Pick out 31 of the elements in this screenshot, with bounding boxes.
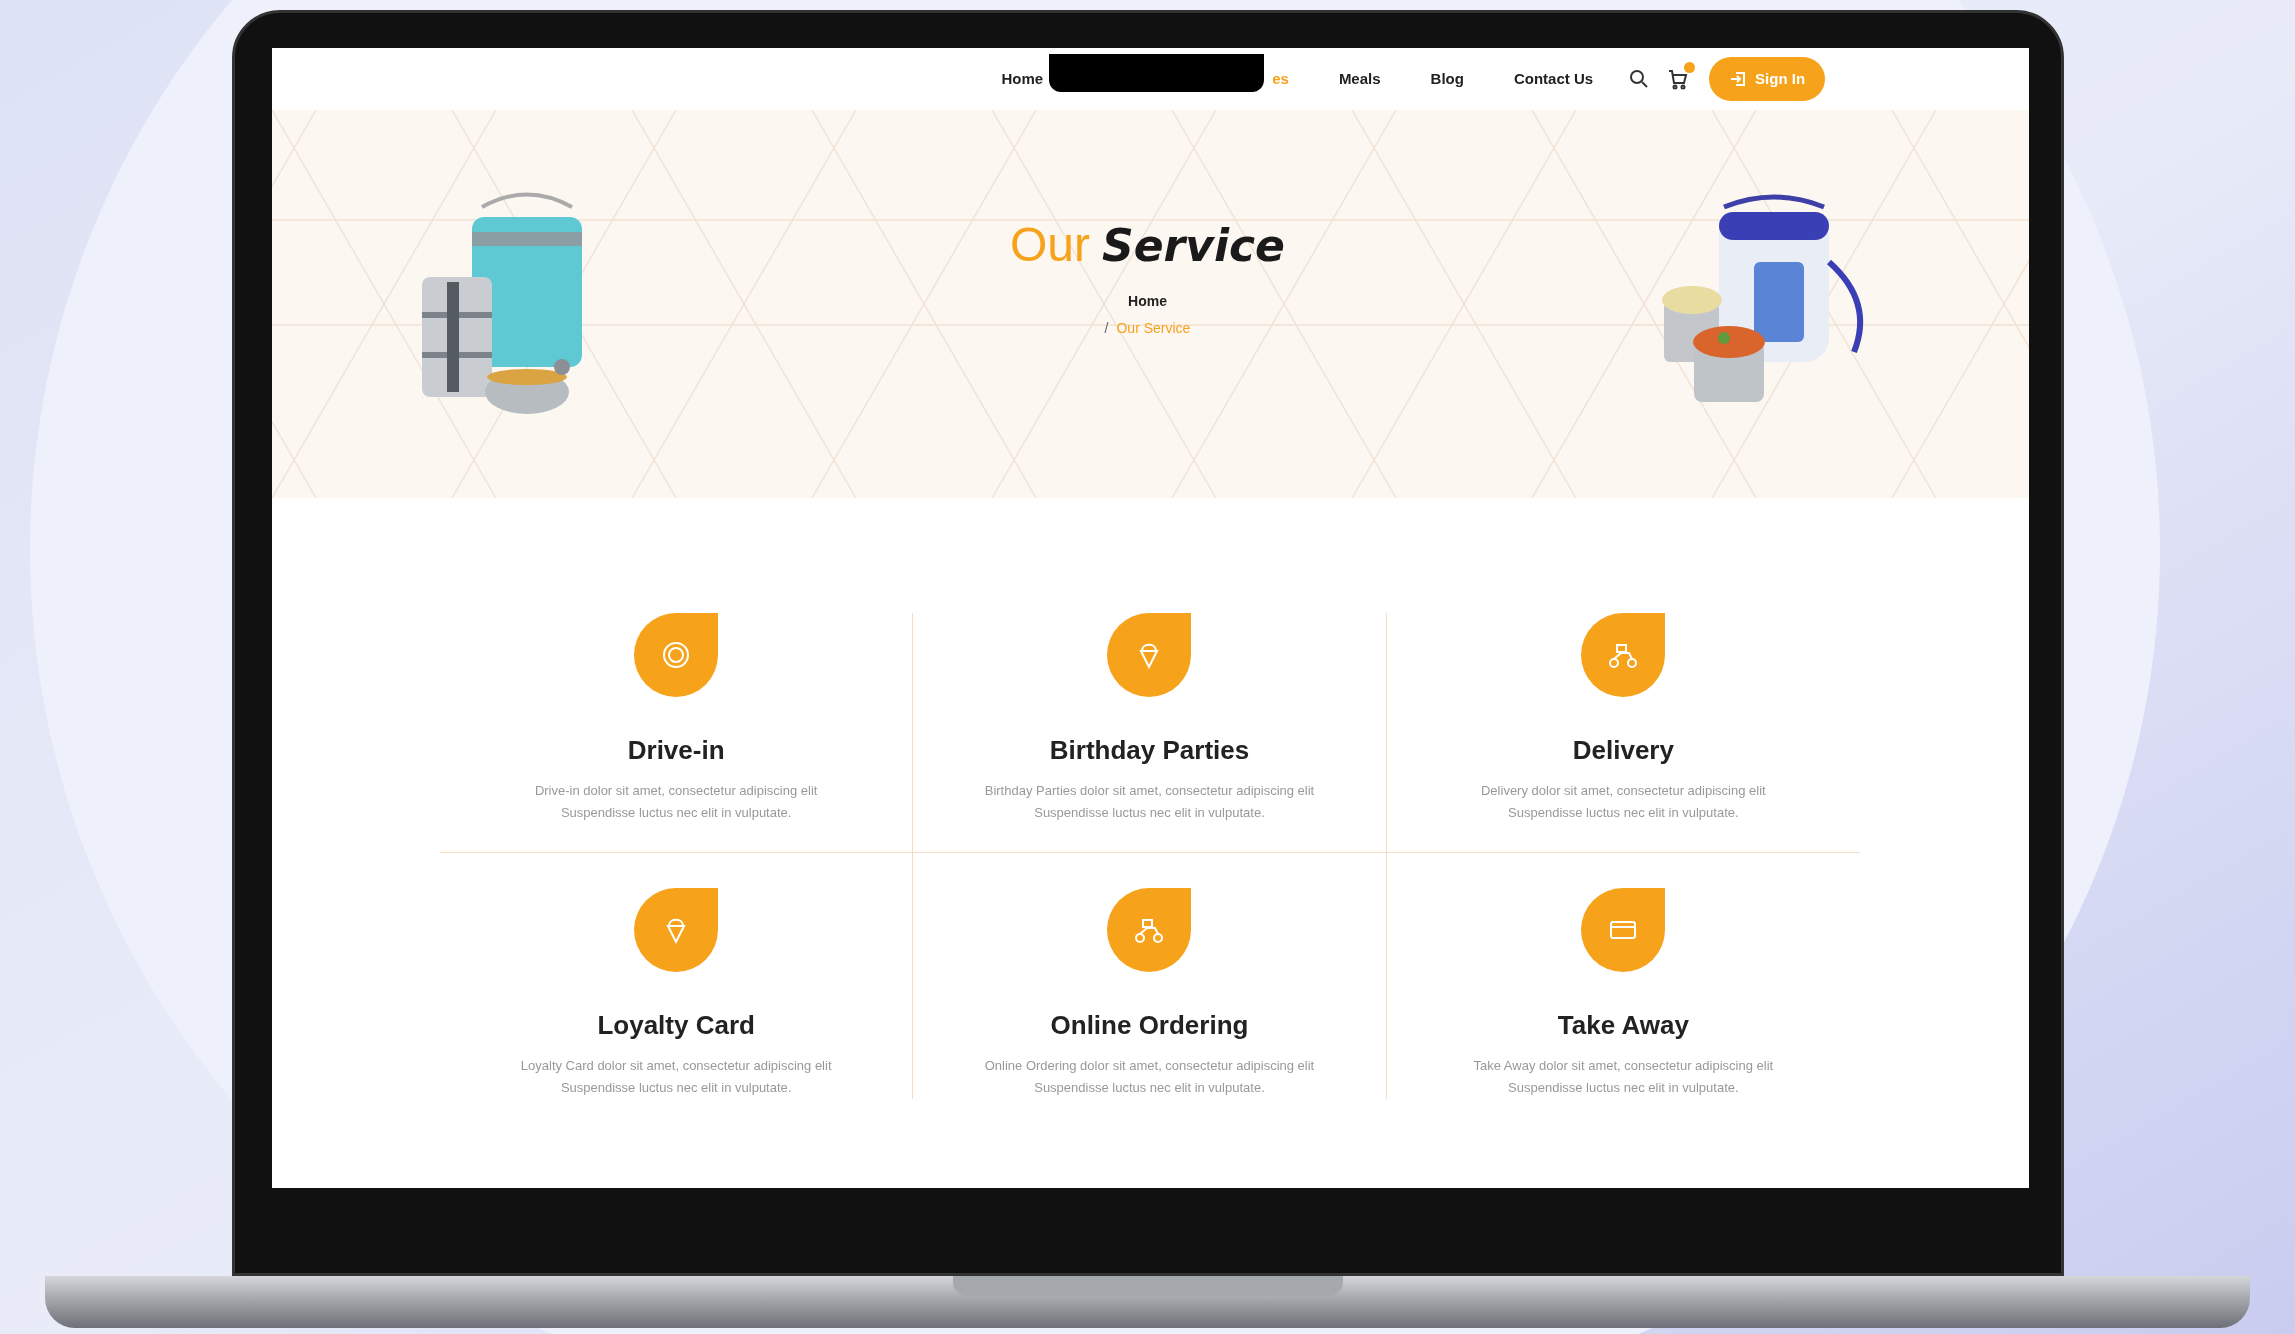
service-title: Loyalty Card bbox=[597, 1009, 755, 1042]
service-description: Suspendisse luctus nec elit in vulputate. bbox=[560, 1079, 792, 1097]
service-description: Suspendisse luctus nec elit in vulputate. bbox=[560, 804, 792, 822]
service-title: Delivery bbox=[1572, 734, 1674, 767]
service-description: Drive-in dolor sit amet, consectetur adipiscing elit bbox=[533, 782, 819, 800]
service-description: Take Away dolor sit amet, consectetur adipiscing elit bbox=[1472, 1057, 1775, 1075]
cart-icon[interactable] bbox=[1667, 68, 1690, 90]
service-description: Suspendisse luctus nec elit in vulputate. bbox=[1034, 804, 1265, 822]
breadcrumb-link[interactable]: Home bbox=[1128, 291, 1167, 312]
nav-link[interactable]: Home bbox=[1001, 67, 1044, 91]
service-description: Delivery dolor sit amet, consectetur adipiscing elit bbox=[1480, 782, 1767, 800]
page-title-script: Service bbox=[1102, 219, 1285, 273]
nav-link[interactable]: Contact Us bbox=[1513, 67, 1594, 91]
login-icon bbox=[1729, 70, 1748, 88]
service-description: Suspendisse luctus nec elit in vulputate. bbox=[1508, 804, 1739, 822]
service-title: Take Away bbox=[1557, 1009, 1689, 1042]
nav-link[interactable]: Blog bbox=[1430, 67, 1464, 91]
search-icon[interactable] bbox=[1629, 69, 1650, 89]
breadcrumb-separator: / bbox=[1104, 319, 1109, 338]
service-description: Loyalty Card dolor sit amet, consectetur adipiscing elit bbox=[519, 1057, 833, 1075]
service-title: Online Ordering bbox=[1050, 1009, 1249, 1042]
service-title: Birthday Parties bbox=[1049, 734, 1250, 767]
service-description: Suspendisse luctus nec elit in vulputate. bbox=[1034, 1079, 1265, 1097]
service-title: Drive-in bbox=[627, 734, 725, 767]
service-description: Suspendisse luctus nec elit in vulputate. bbox=[1508, 1079, 1739, 1097]
service-description: Online Ordering dolor sit amet, consectetur adipiscing elit bbox=[983, 1057, 1316, 1075]
nav-link[interactable]: Meals bbox=[1338, 67, 1381, 91]
service-description: Birthday Parties dolor sit amet, consectetur adipiscing elit bbox=[983, 782, 1316, 800]
page-title: Our bbox=[1010, 217, 1091, 273]
breadcrumb-current: Our Service bbox=[1116, 319, 1191, 338]
cart-badge bbox=[1684, 62, 1696, 73]
